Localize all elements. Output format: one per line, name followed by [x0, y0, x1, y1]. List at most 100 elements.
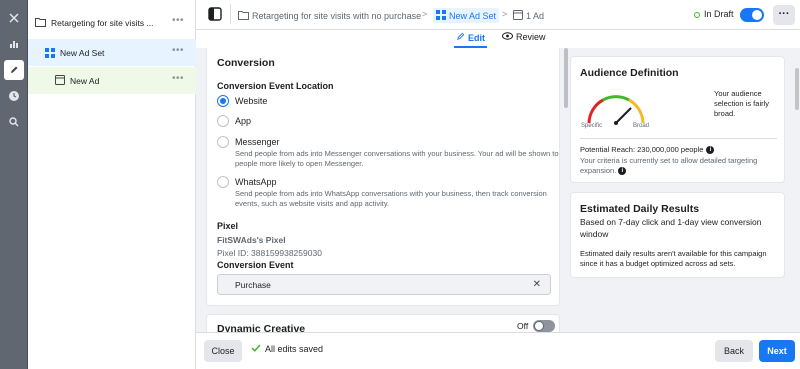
estimated-note: Estimated daily results aren't available… — [580, 249, 767, 268]
divider — [580, 138, 777, 139]
dynamic-creative-toggle[interactable] — [533, 320, 555, 332]
conversion-event-select[interactable]: Purchase ✕ — [217, 274, 551, 295]
radio-button[interactable] — [217, 95, 229, 107]
radio-label: App — [235, 116, 252, 126]
ad-icon — [55, 75, 65, 87]
tree-item-adset[interactable]: New Ad Set ••• — [28, 39, 196, 66]
status-label: In Draft — [704, 9, 734, 19]
radio-description: Send people from ads into Messenger conv… — [235, 149, 559, 168]
main-content: Conversion Conversion Event Location Web… — [196, 48, 800, 332]
dynamic-creative-card: Dynamic Creative Off — [206, 314, 560, 332]
breadcrumb-label: Retargeting for site visits with no purc… — [252, 10, 422, 21]
breadcrumb-ad[interactable]: 1 Ad — [513, 8, 544, 23]
save-status-label: All edits saved — [265, 344, 324, 354]
tree-item-label: Retargeting for site visits ... — [51, 18, 154, 28]
more-icon[interactable]: ••• — [172, 15, 184, 26]
gauge-label-specific: Specific — [581, 123, 603, 129]
clear-icon[interactable]: ✕ — [533, 279, 541, 290]
radio-whatsapp[interactable]: WhatsApp Send people from ads into Whats… — [217, 176, 565, 209]
pixel-name: FitSWAds's Pixel — [217, 235, 286, 245]
radio-website[interactable]: Website — [217, 95, 267, 107]
ad-icon — [513, 9, 523, 22]
left-rail — [0, 0, 28, 369]
select-value: Purchase — [235, 280, 271, 290]
toggle-knob — [534, 321, 544, 331]
more-button[interactable]: ··· — [773, 5, 795, 25]
radio-button[interactable] — [217, 115, 229, 127]
info-icon[interactable]: i — [618, 167, 627, 176]
close-icon[interactable] — [4, 8, 24, 28]
divider — [230, 4, 231, 24]
save-status: All edits saved — [251, 344, 323, 354]
breadcrumb-label: New Ad Set — [449, 10, 497, 21]
criteria-text: Your criteria is currently set to allow … — [580, 156, 775, 176]
radio-app[interactable]: App — [217, 115, 251, 127]
section-title: Conversion — [217, 57, 275, 69]
panel-toggle-icon[interactable] — [208, 7, 224, 23]
radio-label: WhatsApp — [235, 177, 277, 187]
grid-icon — [45, 48, 55, 60]
pencil-icon[interactable] — [4, 60, 24, 80]
radio-button[interactable] — [217, 176, 229, 188]
toggle-label: Off — [517, 321, 529, 331]
status-dot — [694, 12, 700, 18]
radio-label: Website — [235, 96, 268, 106]
audience-definition-card: Audience Definition Specific Broad Your … — [570, 56, 785, 183]
next-button[interactable]: Next — [759, 340, 795, 362]
info-icon[interactable]: i — [706, 145, 715, 154]
field-label: Conversion Event Location — [217, 81, 334, 91]
section-title: Dynamic Creative — [217, 323, 306, 332]
folder-icon — [238, 10, 249, 22]
field-label: Conversion Event — [217, 260, 294, 270]
draft-toggle[interactable] — [740, 8, 764, 22]
tab-label: Review — [516, 32, 546, 42]
field-label: Pixel — [217, 221, 239, 231]
clock-icon[interactable] — [4, 86, 24, 106]
conversion-card: Conversion Conversion Event Location Web… — [206, 48, 560, 306]
breadcrumb-campaign[interactable]: Retargeting for site visits with no purc… — [238, 8, 421, 23]
radio-label: Messenger — [235, 137, 280, 147]
breadcrumb-separator: > — [502, 9, 508, 19]
gauge-label-broad: Broad — [633, 123, 650, 129]
breadcrumb-separator: > — [422, 9, 428, 19]
potential-reach: Potential Reach: 230,000,000 people — [580, 145, 704, 154]
more-icon[interactable]: ••• — [172, 73, 184, 84]
check-icon — [251, 344, 261, 354]
search-icon[interactable] — [4, 112, 24, 132]
tab-review[interactable]: Review — [502, 32, 546, 42]
breadcrumb-adset[interactable]: New Ad Set — [433, 8, 500, 23]
radio-messenger[interactable]: Messenger Send people from ads into Mess… — [217, 136, 565, 169]
tree-item-ad[interactable]: New Ad ••• — [28, 67, 196, 94]
back-button[interactable]: Back — [715, 340, 753, 362]
radio-description: Send people from ads into WhatsApp conve… — [235, 189, 547, 208]
tab-edit[interactable]: Edit — [454, 32, 487, 48]
top-bar: Retargeting for site visits with no purc… — [196, 0, 800, 30]
view-tabs: Edit Review — [196, 30, 800, 48]
tree-item-label: New Ad Set — [60, 48, 105, 58]
section-title: Estimated Daily Results — [580, 203, 700, 215]
breadcrumb-label: 1 Ad — [526, 10, 545, 21]
folder-icon — [35, 17, 46, 29]
more-icon[interactable]: ••• — [172, 45, 184, 56]
right-scrollbar[interactable] — [795, 68, 799, 110]
chart-icon[interactable] — [4, 34, 24, 54]
potential-reach-row: Potential Reach: 230,000,000 people i — [580, 145, 715, 154]
section-title: Audience Definition — [580, 67, 679, 79]
audience-summary: Your audience selection is fairly broad. — [714, 89, 770, 118]
radio-button[interactable] — [217, 136, 229, 148]
tab-label: Edit — [468, 32, 485, 43]
pencil-icon — [456, 32, 465, 43]
tree-item-campaign[interactable]: Retargeting for site visits ... ••• — [28, 9, 196, 36]
pixel-id: Pixel ID: 388159938259030 — [217, 248, 322, 258]
left-scrollbar[interactable] — [564, 48, 568, 108]
toggle-knob — [752, 10, 762, 20]
eye-icon — [502, 32, 513, 42]
bottom-bar: Close All edits saved Back Next — [196, 332, 800, 369]
grid-icon — [436, 9, 446, 22]
estimated-subtitle: Based on 7-day click and 1-day view conv… — [580, 217, 762, 239]
close-button[interactable]: Close — [204, 340, 242, 362]
criteria-label: Your criteria is currently set to allow … — [580, 156, 758, 175]
tree-item-label: New Ad — [70, 76, 100, 86]
campaign-tree: Retargeting for site visits ... ••• New … — [28, 0, 196, 369]
estimated-results-card: Estimated Daily Results Based on 7-day c… — [570, 192, 785, 278]
